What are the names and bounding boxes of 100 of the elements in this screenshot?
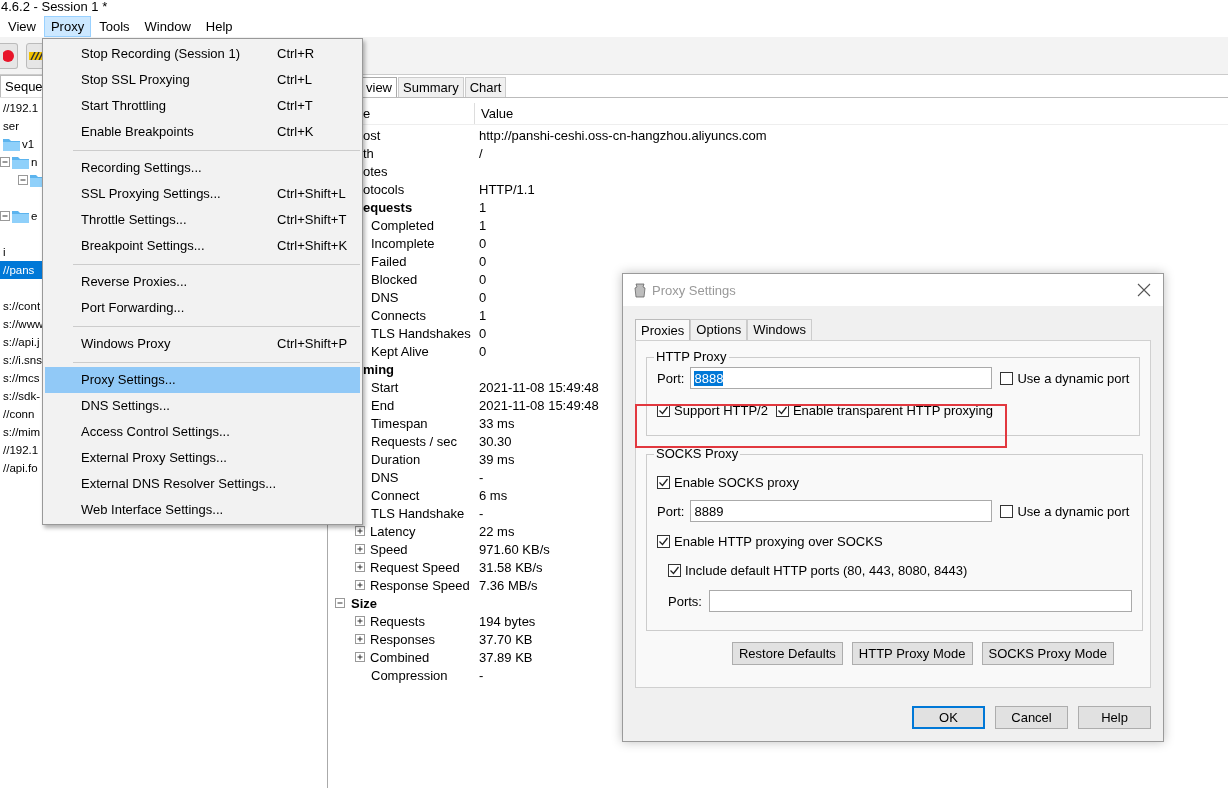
row-value: 0	[478, 253, 487, 269]
column-header[interactable]: Value	[475, 106, 514, 121]
menu-entry[interactable]: DNS Settings...	[45, 393, 360, 419]
expand-icon[interactable]	[355, 652, 365, 662]
tree-label[interactable]: n	[31, 154, 38, 170]
menu-item[interactable]: Window	[137, 16, 198, 37]
tree-label[interactable]: e	[31, 208, 38, 224]
host-label[interactable]: //api.fo	[3, 460, 38, 476]
menu-entry[interactable]: Throttle Settings... Ctrl+Shift+T	[45, 207, 360, 233]
host-label[interactable]: i	[3, 244, 6, 260]
menu-entry[interactable]: Proxy Settings...	[45, 367, 360, 393]
dialog-button[interactable]: Help	[1078, 706, 1151, 729]
row-label: Response Speed	[370, 577, 470, 593]
menu-entry[interactable]: Windows Proxy Ctrl+Shift+P	[45, 331, 360, 357]
checkbox[interactable]	[1000, 504, 1014, 518]
close-icon[interactable]	[1137, 283, 1151, 297]
host-label[interactable]: s://mcs	[3, 370, 40, 386]
checkbox[interactable]	[668, 564, 681, 577]
row-value: 1	[478, 307, 487, 323]
tab[interactable]: Summary	[398, 77, 464, 97]
host-label[interactable]: s://sdk-	[3, 388, 41, 404]
menu-item[interactable]: Proxy	[43, 16, 92, 37]
collapse-icon[interactable]	[0, 157, 10, 167]
row-label: Responses	[370, 631, 436, 647]
tab[interactable]: Windows	[747, 319, 812, 340]
menu-item[interactable]: Help	[198, 16, 240, 37]
menu-entry-label: Recording Settings...	[80, 160, 203, 176]
field-label: Ports:	[668, 593, 702, 609]
expand-icon[interactable]	[355, 562, 365, 572]
collapse-icon[interactable]	[335, 598, 345, 608]
port-field[interactable]: 8888	[690, 367, 993, 389]
port-field[interactable]: 8889	[690, 500, 993, 522]
menu-entry-label: Web Interface Settings...	[80, 502, 225, 518]
menu-entry[interactable]: SSL Proxying Settings... Ctrl+Shift+L	[45, 181, 360, 207]
checkbox[interactable]	[1000, 371, 1014, 385]
host-label[interactable]: //192.1	[3, 100, 39, 116]
ports-field[interactable]	[708, 590, 1132, 612]
row-label: Blocked	[371, 271, 418, 287]
menu-entry[interactable]: Reverse Proxies...	[45, 269, 360, 295]
row-label: Start	[371, 379, 399, 395]
menu-entry[interactable]: Port Forwarding...	[45, 295, 360, 321]
menu-entry[interactable]: Breakpoint Settings... Ctrl+Shift+K	[45, 233, 360, 259]
tab[interactable]: Proxies	[635, 319, 691, 340]
checkbox-label: Support HTTP/2	[674, 402, 768, 418]
host-label[interactable]: //192.1	[3, 442, 39, 458]
tab[interactable]: Chart	[464, 77, 507, 97]
dialog-button[interactable]: Cancel	[995, 706, 1068, 729]
row-label: Connect	[371, 487, 420, 503]
expand-icon[interactable]	[355, 544, 365, 554]
menu-entry-label: Stop SSL Proxying	[80, 72, 191, 88]
record-icon	[2, 48, 15, 63]
folder-icon	[3, 137, 20, 151]
menu-entry[interactable]: Stop SSL Proxying Ctrl+L	[45, 67, 360, 93]
collapse-icon[interactable]	[18, 175, 28, 185]
host-label[interactable]: //conn	[3, 406, 35, 422]
dialog-button[interactable]: OK	[912, 706, 985, 729]
mode-button[interactable]: HTTP Proxy Mode	[851, 642, 973, 665]
host-label[interactable]: s://cont	[3, 298, 41, 314]
collapse-icon[interactable]	[0, 211, 10, 221]
host-label[interactable]: s://www	[3, 316, 44, 332]
host-label[interactable]: ser	[3, 118, 19, 134]
tree-label[interactable]: v1	[22, 136, 35, 152]
row-value: -	[478, 505, 484, 521]
menu-item[interactable]: View	[1, 16, 43, 37]
shortcut-label: Ctrl+Shift+T	[277, 212, 347, 228]
menu-entry[interactable]: External DNS Resolver Settings...	[45, 471, 360, 497]
mode-button[interactable]: SOCKS Proxy Mode	[981, 642, 1114, 665]
menu-entry-label: External Proxy Settings...	[80, 450, 228, 466]
mode-button[interactable]: Restore Defaults	[732, 642, 843, 665]
row-value: /	[478, 145, 483, 161]
row-label: otes	[363, 163, 388, 179]
menu-item[interactable]: Tools	[92, 16, 137, 37]
checkbox[interactable]	[657, 535, 670, 548]
record-button[interactable]	[0, 42, 18, 69]
menu-entry-label: Stop Recording (Session 1)	[80, 46, 241, 62]
expand-icon[interactable]	[355, 616, 365, 626]
menu-entry[interactable]: Start Throttling Ctrl+T	[45, 93, 360, 119]
menu-entry[interactable]: Access Control Settings...	[45, 419, 360, 445]
tab[interactable]: Options	[690, 319, 748, 340]
menu-entry[interactable]: Enable Breakpoints Ctrl+K	[45, 119, 360, 145]
menu-entry-label: External DNS Resolver Settings...	[80, 476, 277, 492]
menu-entry[interactable]: Recording Settings...	[45, 155, 360, 181]
host-label[interactable]: s://api.j	[3, 334, 40, 350]
expand-icon[interactable]	[355, 526, 365, 536]
menu-entry[interactable]: External Proxy Settings...	[45, 445, 360, 471]
menu-entry-label: Windows Proxy	[80, 336, 172, 352]
host-label[interactable]: //pans	[3, 262, 35, 278]
column-header[interactable]: e	[363, 106, 371, 121]
selected-row[interactable]: //pans	[0, 261, 42, 279]
tab[interactable]: view	[361, 77, 397, 97]
menu-entry[interactable]: Stop Recording (Session 1) Ctrl+R	[45, 41, 360, 67]
host-label[interactable]: s://mim	[3, 424, 41, 440]
row-value: 22 ms	[478, 523, 515, 539]
expand-icon[interactable]	[355, 580, 365, 590]
host-label[interactable]: s://i.sns	[3, 352, 42, 368]
expand-icon[interactable]	[355, 634, 365, 644]
checkbox[interactable]	[657, 476, 670, 489]
shortcut-label: Ctrl+L	[277, 72, 313, 88]
menu-entry-label: Enable Breakpoints	[80, 124, 195, 140]
menu-entry[interactable]: Web Interface Settings...	[45, 497, 360, 523]
